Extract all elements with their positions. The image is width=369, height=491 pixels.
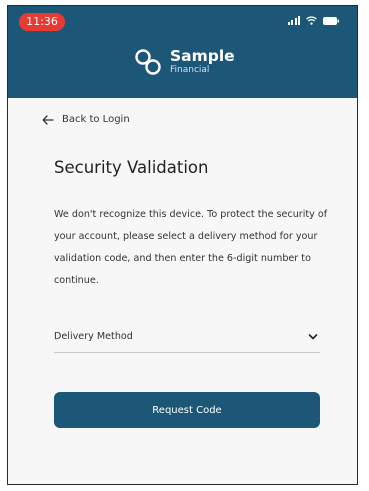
brand-logo-icon	[135, 49, 161, 75]
phone-frame: 11:36 Sample Financial Back to Login Sec…	[7, 5, 358, 485]
delivery-method-label: Delivery Method	[54, 331, 133, 342]
page-description: We don't recognize this device. To prote…	[54, 209, 328, 286]
delivery-method-select[interactable]: Delivery Method	[54, 327, 320, 353]
page-title: Security Validation	[54, 158, 209, 177]
brand-lockup: Sample Financial	[134, 48, 235, 76]
back-link-label: Back to Login	[62, 114, 130, 125]
brand-subtitle: Financial	[170, 65, 210, 76]
app-header: 11:36 Sample Financial	[8, 6, 357, 98]
back-to-login-link[interactable]: Back to Login	[42, 114, 130, 125]
request-code-button[interactable]: Request Code	[54, 392, 320, 428]
wifi-icon	[306, 16, 317, 25]
status-icons	[287, 15, 339, 25]
battery-icon	[323, 16, 339, 25]
status-bar: 11:36	[8, 6, 357, 32]
signal-icon	[287, 15, 300, 25]
status-time: 11:36	[19, 13, 65, 31]
brand-name: Sample	[170, 46, 235, 65]
chevron-down-icon	[308, 334, 318, 340]
back-arrow-icon	[42, 114, 54, 125]
